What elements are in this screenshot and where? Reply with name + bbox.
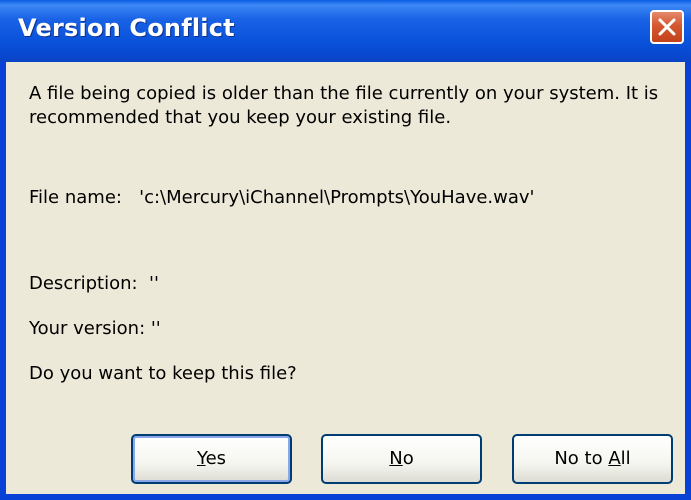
no-to-all-label-rest: ll [620, 448, 631, 469]
no-button[interactable]: No [321, 434, 482, 484]
no-to-all-button[interactable]: No to All [512, 434, 673, 484]
file-name-value: 'c:\Mercury\iChannel\Prompts\YouHave.wav… [139, 187, 535, 208]
yes-label-rest: es [205, 448, 227, 469]
keep-file-question: Do you want to keep this file? [29, 363, 297, 384]
version-conflict-dialog: Version Conflict A file being copied is … [0, 0, 691, 500]
file-name-label: File name: [29, 187, 122, 208]
yes-mnemonic: Y [196, 448, 206, 469]
close-icon [658, 18, 676, 36]
no-label-rest: o [402, 448, 414, 469]
your-version-text: Your version: '' [29, 318, 161, 339]
no-to-all-prefix: No to [554, 448, 609, 469]
conflict-message: A file being copied is older than the fi… [29, 83, 659, 128]
no-mnemonic: N [389, 448, 403, 469]
dialog-body: A file being copied is older than the fi… [6, 62, 685, 494]
no-to-all-mnemonic: A [608, 448, 621, 469]
yes-button[interactable]: Yes [131, 434, 292, 484]
description-text: Description: '' [29, 273, 159, 294]
file-name-row: File name: 'c:\Mercury\iChannel\Prompts\… [29, 187, 535, 208]
dialog-title: Version Conflict [18, 14, 235, 42]
title-bar[interactable]: Version Conflict [0, 0, 691, 62]
close-button[interactable] [650, 10, 684, 44]
